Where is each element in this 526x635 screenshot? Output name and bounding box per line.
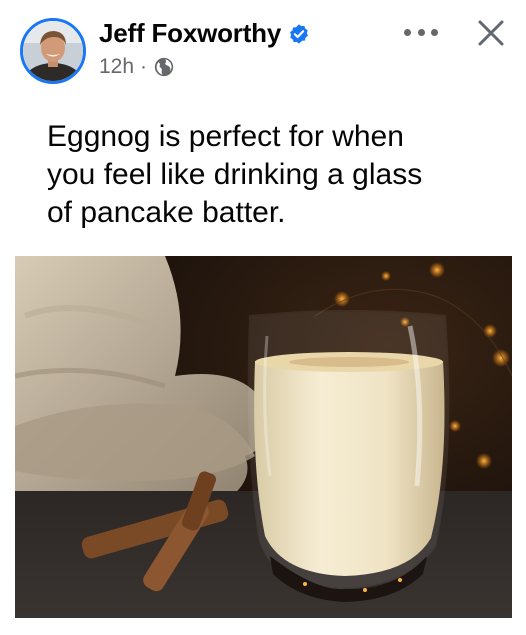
meta-separator: · [140,55,148,78]
more-dot [431,28,438,36]
close-icon[interactable] [474,16,508,50]
verified-badge-icon [288,23,310,45]
post-timestamp[interactable]: 12h [99,55,134,79]
post-header: Jeff Foxworthy 12h · [0,0,526,100]
post-photo[interactable] [15,256,512,618]
more-dot [404,28,411,36]
globe-icon[interactable] [153,56,175,78]
more-options-icon[interactable] [404,22,438,42]
post-meta: 12h · [99,55,175,79]
avatar-photo [23,21,83,81]
author-avatar[interactable] [20,18,86,84]
post-text: Eggnog is perfect for when you feel like… [47,120,423,229]
eggnog-glass-image [15,256,512,618]
author-name[interactable]: Jeff Foxworthy [99,18,281,49]
author-name-row: Jeff Foxworthy [99,18,310,49]
glass [247,310,450,602]
more-dot [417,28,425,36]
facebook-post: Jeff Foxworthy 12h · Eggnog is perfect f… [0,0,526,635]
